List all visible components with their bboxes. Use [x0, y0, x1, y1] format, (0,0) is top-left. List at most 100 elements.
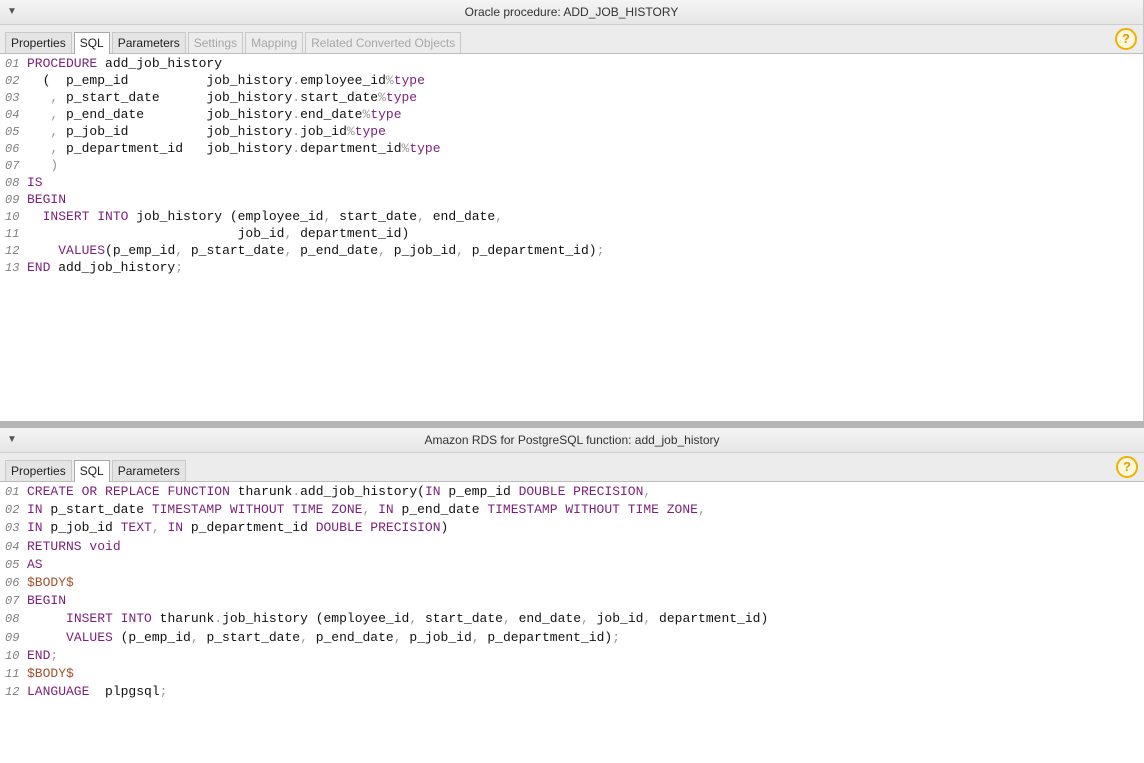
code-token: . — [292, 90, 301, 105]
code-token: p_end_date — [307, 629, 394, 645]
panel-splitter[interactable] — [0, 421, 1144, 428]
code-line: 12 VALUES(p_emp_id, p_start_date, p_end_… — [0, 242, 1143, 259]
line-number: 09 — [5, 630, 20, 645]
code-token: , — [417, 209, 425, 224]
code-token: add_job_history( — [300, 484, 425, 499]
line-number: 13 — [5, 261, 20, 275]
tab-sql[interactable]: SQL — [73, 32, 110, 54]
postgresql-function-panel: ▼ Amazon RDS for PostgreSQL function: ad… — [0, 428, 1144, 763]
code-token: p_emp_id — [440, 484, 519, 499]
code-token: CREATE — [27, 484, 74, 499]
code-token: end_date — [300, 107, 363, 122]
code-token: p_department_id) — [479, 629, 613, 645]
line-number: 01 — [5, 485, 20, 499]
tab-properties[interactable]: Properties — [5, 460, 72, 481]
code-token: void — [89, 538, 121, 554]
code-token: VALUES — [58, 243, 106, 258]
code-token: , — [378, 243, 386, 258]
code-token: END — [27, 260, 51, 275]
code-token: , — [151, 520, 160, 536]
code-line: 12 LANGUAGE plpgsql; — [0, 683, 1144, 701]
oracle-tabs-bar: Properties SQL Parameters Settings Mappi… — [0, 25, 1143, 54]
tab-parameters[interactable]: Parameters — [111, 32, 186, 53]
code-token: TEXT — [120, 520, 152, 536]
line-number: 03 — [5, 521, 20, 536]
code-token: ; — [50, 647, 59, 663]
code-line: 02 IN p_start_date TIMESTAMP WITHOUT TIME… — [0, 501, 1144, 519]
code-token: job_history (employee_id — [222, 611, 410, 627]
oracle-tabs: Properties SQL Parameters Settings Mappi… — [5, 32, 463, 54]
code-token: start_date — [300, 90, 379, 105]
line-number: 08 — [5, 612, 20, 627]
code-token: FUNCTION — [167, 484, 230, 499]
line-number: 12 — [5, 244, 20, 258]
postgres-tabs: Properties SQL Parameters — [5, 460, 188, 482]
code-token: AS — [27, 556, 43, 572]
code-token: p_end_date — [292, 243, 379, 258]
tab-sql[interactable]: SQL — [73, 460, 110, 482]
code-token: IS — [27, 175, 43, 190]
tab-parameters[interactable]: Parameters — [111, 460, 186, 481]
line-number: 07 — [5, 159, 20, 173]
oracle-sql-editor[interactable]: 01 PROCEDURE add_job_history 02 ( p_emp_id… — [0, 54, 1143, 276]
code-token: LANGUAGE — [27, 684, 90, 700]
code-token: job_id — [27, 226, 285, 241]
code-token: ) — [440, 520, 449, 536]
code-token: INSERT — [66, 611, 113, 627]
code-token: RETURNS — [27, 538, 82, 554]
code-token: ; — [612, 629, 620, 645]
code-line: 03 , p_start_date job_history.start_date… — [0, 89, 1143, 106]
code-line: 03 IN p_job_id TEXT, IN p_department_id D… — [0, 519, 1144, 537]
code-token: BEGIN — [27, 593, 67, 609]
postgres-sql-editor[interactable]: 01 CREATE OR REPLACE FUNCTION tharunk.add… — [0, 482, 1144, 701]
code-token: . — [292, 107, 301, 122]
code-token: , — [643, 484, 652, 499]
help-icon[interactable]: ? — [1116, 456, 1138, 478]
code-token: start_date — [331, 209, 418, 224]
line-number: 05 — [5, 557, 20, 572]
tab-settings: Settings — [187, 32, 244, 53]
code-token: . — [292, 73, 301, 88]
tab-properties[interactable]: Properties — [5, 32, 72, 53]
code-line: 05 , p_job_id job_history.job_id%type — [0, 123, 1143, 140]
code-token: p_start_date job_history — [58, 90, 293, 105]
postgres-panel-title: Amazon RDS for PostgreSQL function: add_… — [424, 433, 720, 447]
code-token: start_date — [417, 611, 503, 627]
line-number: 02 — [5, 503, 20, 518]
code-token: ) — [27, 158, 59, 173]
code-token: end_date — [424, 209, 496, 224]
code-token: $BODY$ — [27, 665, 74, 681]
code-line: 06 , p_department_id job_history.departm… — [0, 140, 1143, 157]
tab-related-converted-objects: Related Converted Objects — [305, 32, 462, 53]
code-token: p_start_date — [42, 502, 152, 518]
code-line: 10 INSERT INTO job_history (employee_id,… — [0, 208, 1143, 225]
collapse-icon[interactable]: ▼ — [7, 0, 17, 24]
code-line: 10 END; — [0, 647, 1144, 665]
collapse-icon[interactable]: ▼ — [7, 428, 17, 452]
line-number: 12 — [5, 685, 20, 700]
code-line: 07 BEGIN — [0, 592, 1144, 610]
code-token: TIMESTAMP WITHOUT TIME ZONE — [151, 502, 363, 518]
code-token: END — [27, 647, 51, 663]
postgres-tabs-bar: Properties SQL Parameters ? — [0, 453, 1144, 482]
code-token: , — [471, 629, 480, 645]
code-token: DOUBLE PRECISION — [518, 484, 644, 499]
code-token: , — [409, 611, 418, 627]
code-token: IN — [27, 520, 43, 536]
code-line: 01 CREATE OR REPLACE FUNCTION tharunk.add… — [0, 483, 1144, 501]
help-icon[interactable]: ? — [1115, 28, 1137, 50]
code-token: tharunk — [229, 484, 293, 499]
code-token: department_id) — [292, 226, 410, 241]
code-token: p_job_id — [385, 243, 457, 258]
code-token: TIMESTAMP WITHOUT TIME ZONE — [487, 502, 698, 518]
postgres-panel-titlebar: ▼ Amazon RDS for PostgreSQL function: ad… — [0, 428, 1144, 453]
code-token: department_id — [300, 141, 402, 156]
code-line: 13 END add_job_history; — [0, 259, 1143, 276]
code-token: (p_emp_id — [112, 629, 191, 645]
code-token: , — [502, 611, 511, 627]
